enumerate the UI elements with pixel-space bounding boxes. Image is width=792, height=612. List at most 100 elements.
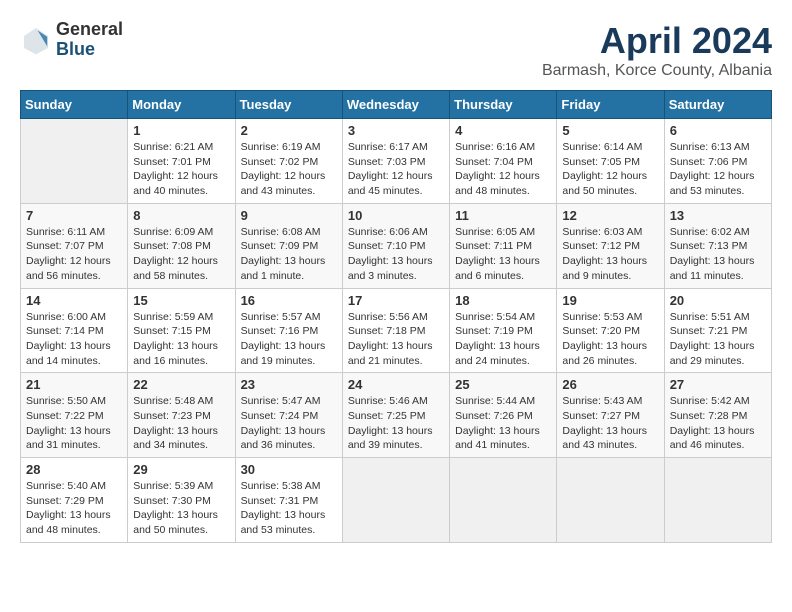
calendar-cell: 27 Sunrise: 5:42 AM Sunset: 7:28 PM Dayli… — [664, 373, 771, 458]
calendar-cell: 29 Sunrise: 5:39 AM Sunset: 7:30 PM Dayli… — [128, 458, 235, 543]
day-number: 24 — [348, 377, 444, 392]
day-info: Sunrise: 5:53 AM Sunset: 7:20 PM Dayligh… — [562, 310, 658, 369]
calendar-cell: 19Sunrise: 5:53 AM Sunset: 7:20 PM Dayli… — [557, 288, 664, 373]
calendar-cell: 7 Sunrise: 6:11 AM Sunset: 7:07 PM Daylig… — [21, 203, 128, 288]
column-header-wednesday: Wednesday — [342, 91, 449, 119]
day-info: Sunrise: 5:56 AM Sunset: 7:18 PM Dayligh… — [348, 310, 444, 369]
calendar-cell — [342, 458, 449, 543]
calendar-cell: 23 Sunrise: 5:47 AM Sunset: 7:24 PM Dayli… — [235, 373, 342, 458]
day-info: Sunrise: 6:13 AM Sunset: 7:06 PM Dayligh… — [670, 140, 766, 199]
day-number: 11 — [455, 208, 551, 223]
day-number: 3 — [348, 123, 444, 138]
day-number: 26 — [562, 377, 658, 392]
day-info: Sunrise: 6:05 AM Sunset: 7:11 PM Dayligh… — [455, 225, 551, 284]
day-info: Sunrise: 5:44 AM Sunset: 7:26 PM Dayligh… — [455, 394, 551, 453]
day-info: Sunrise: 6:21 AM Sunset: 7:01 PM Dayligh… — [133, 140, 229, 199]
calendar-cell: 21 Sunrise: 5:50 AM Sunset: 7:22 PM Dayli… — [21, 373, 128, 458]
day-number: 7 — [26, 208, 122, 223]
day-info: Sunrise: 6:03 AM Sunset: 7:12 PM Dayligh… — [562, 225, 658, 284]
title-block: April 2024 Barmash, Korce County, Albani… — [542, 20, 772, 80]
day-info: Sunrise: 6:06 AM Sunset: 7:10 PM Dayligh… — [348, 225, 444, 284]
calendar-cell — [664, 458, 771, 543]
day-number: 29 — [133, 462, 229, 477]
day-info: Sunrise: 5:48 AM Sunset: 7:23 PM Dayligh… — [133, 394, 229, 453]
calendar-cell: 17Sunrise: 5:56 AM Sunset: 7:18 PM Dayli… — [342, 288, 449, 373]
calendar-cell — [450, 458, 557, 543]
calendar-cell: 2Sunrise: 6:19 AM Sunset: 7:02 PM Daylig… — [235, 119, 342, 204]
column-header-saturday: Saturday — [664, 91, 771, 119]
column-header-monday: Monday — [128, 91, 235, 119]
location-subtitle: Barmash, Korce County, Albania — [542, 62, 772, 80]
calendar-table: SundayMondayTuesdayWednesdayThursdayFrid… — [20, 90, 772, 543]
day-number: 6 — [670, 123, 766, 138]
page-header: General Blue April 2024 Barmash, Korce C… — [20, 20, 772, 80]
day-info: Sunrise: 5:42 AM Sunset: 7:28 PM Dayligh… — [670, 394, 766, 453]
calendar-cell: 25Sunrise: 5:44 AM Sunset: 7:26 PM Dayli… — [450, 373, 557, 458]
calendar-cell: 6 Sunrise: 6:13 AM Sunset: 7:06 PM Daylig… — [664, 119, 771, 204]
day-number: 5 — [562, 123, 658, 138]
day-number: 4 — [455, 123, 551, 138]
calendar-week-row: 28Sunrise: 5:40 AM Sunset: 7:29 PM Dayli… — [21, 458, 772, 543]
day-info: Sunrise: 6:09 AM Sunset: 7:08 PM Dayligh… — [133, 225, 229, 284]
calendar-cell: 24Sunrise: 5:46 AM Sunset: 7:25 PM Dayli… — [342, 373, 449, 458]
calendar-week-row: 14Sunrise: 6:00 AM Sunset: 7:14 PM Dayli… — [21, 288, 772, 373]
day-info: Sunrise: 6:19 AM Sunset: 7:02 PM Dayligh… — [241, 140, 337, 199]
calendar-cell: 16Sunrise: 5:57 AM Sunset: 7:16 PM Dayli… — [235, 288, 342, 373]
day-number: 23 — [241, 377, 337, 392]
day-info: Sunrise: 5:47 AM Sunset: 7:24 PM Dayligh… — [241, 394, 337, 453]
calendar-cell: 22 Sunrise: 5:48 AM Sunset: 7:23 PM Dayli… — [128, 373, 235, 458]
day-info: Sunrise: 5:51 AM Sunset: 7:21 PM Dayligh… — [670, 310, 766, 369]
calendar-cell: 4 Sunrise: 6:16 AM Sunset: 7:04 PM Daylig… — [450, 119, 557, 204]
day-number: 9 — [241, 208, 337, 223]
day-number: 14 — [26, 293, 122, 308]
day-info: Sunrise: 5:40 AM Sunset: 7:29 PM Dayligh… — [26, 479, 122, 538]
day-number: 1 — [133, 123, 229, 138]
calendar-cell — [557, 458, 664, 543]
calendar-cell: 12Sunrise: 6:03 AM Sunset: 7:12 PM Dayli… — [557, 203, 664, 288]
calendar-header-row: SundayMondayTuesdayWednesdayThursdayFrid… — [21, 91, 772, 119]
day-number: 16 — [241, 293, 337, 308]
calendar-cell: 1 Sunrise: 6:21 AM Sunset: 7:01 PM Daylig… — [128, 119, 235, 204]
calendar-week-row: 7 Sunrise: 6:11 AM Sunset: 7:07 PM Daylig… — [21, 203, 772, 288]
month-year-title: April 2024 — [542, 20, 772, 62]
day-info: Sunrise: 5:43 AM Sunset: 7:27 PM Dayligh… — [562, 394, 658, 453]
calendar-week-row: 21 Sunrise: 5:50 AM Sunset: 7:22 PM Dayli… — [21, 373, 772, 458]
logo-text: General Blue — [56, 20, 123, 60]
calendar-cell: 5 Sunrise: 6:14 AM Sunset: 7:05 PM Daylig… — [557, 119, 664, 204]
day-number: 10 — [348, 208, 444, 223]
day-info: Sunrise: 5:54 AM Sunset: 7:19 PM Dayligh… — [455, 310, 551, 369]
calendar-cell: 18 Sunrise: 5:54 AM Sunset: 7:19 PM Dayli… — [450, 288, 557, 373]
day-info: Sunrise: 5:59 AM Sunset: 7:15 PM Dayligh… — [133, 310, 229, 369]
calendar-week-row: 1 Sunrise: 6:21 AM Sunset: 7:01 PM Daylig… — [21, 119, 772, 204]
day-number: 22 — [133, 377, 229, 392]
logo: General Blue — [20, 20, 123, 60]
day-info: Sunrise: 6:08 AM Sunset: 7:09 PM Dayligh… — [241, 225, 337, 284]
calendar-cell: 11 Sunrise: 6:05 AM Sunset: 7:11 PM Dayli… — [450, 203, 557, 288]
calendar-cell: 3Sunrise: 6:17 AM Sunset: 7:03 PM Daylig… — [342, 119, 449, 204]
calendar-cell: 15 Sunrise: 5:59 AM Sunset: 7:15 PM Dayli… — [128, 288, 235, 373]
calendar-cell — [21, 119, 128, 204]
day-info: Sunrise: 6:14 AM Sunset: 7:05 PM Dayligh… — [562, 140, 658, 199]
column-header-friday: Friday — [557, 91, 664, 119]
column-header-sunday: Sunday — [21, 91, 128, 119]
calendar-cell: 26 Sunrise: 5:43 AM Sunset: 7:27 PM Dayli… — [557, 373, 664, 458]
logo-icon — [20, 24, 52, 56]
day-number: 30 — [241, 462, 337, 477]
calendar-cell: 8Sunrise: 6:09 AM Sunset: 7:08 PM Daylig… — [128, 203, 235, 288]
day-number: 15 — [133, 293, 229, 308]
day-info: Sunrise: 6:16 AM Sunset: 7:04 PM Dayligh… — [455, 140, 551, 199]
day-number: 21 — [26, 377, 122, 392]
logo-general: General — [56, 20, 123, 40]
day-number: 27 — [670, 377, 766, 392]
day-number: 13 — [670, 208, 766, 223]
day-info: Sunrise: 5:39 AM Sunset: 7:30 PM Dayligh… — [133, 479, 229, 538]
day-number: 18 — [455, 293, 551, 308]
column-header-tuesday: Tuesday — [235, 91, 342, 119]
day-info: Sunrise: 5:50 AM Sunset: 7:22 PM Dayligh… — [26, 394, 122, 453]
day-number: 20 — [670, 293, 766, 308]
calendar-cell: 9 Sunrise: 6:08 AM Sunset: 7:09 PM Daylig… — [235, 203, 342, 288]
day-info: Sunrise: 6:11 AM Sunset: 7:07 PM Dayligh… — [26, 225, 122, 284]
calendar-cell: 10 Sunrise: 6:06 AM Sunset: 7:10 PM Dayli… — [342, 203, 449, 288]
calendar-cell: 14Sunrise: 6:00 AM Sunset: 7:14 PM Dayli… — [21, 288, 128, 373]
day-info: Sunrise: 6:02 AM Sunset: 7:13 PM Dayligh… — [670, 225, 766, 284]
